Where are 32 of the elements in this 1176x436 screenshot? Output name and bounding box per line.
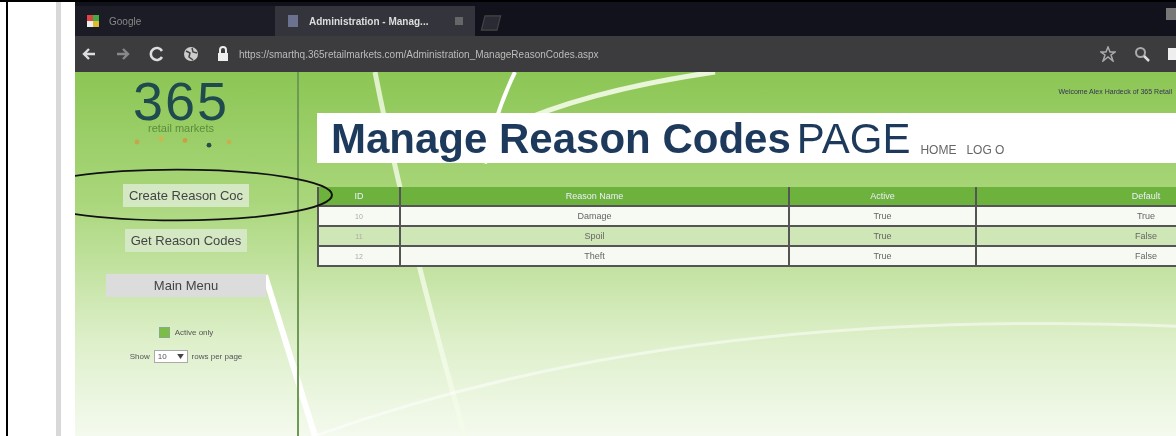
checkbox[interactable] (158, 327, 170, 338)
paging-label: Show (129, 352, 150, 361)
page-icon (287, 15, 299, 27)
forward-icon[interactable] (115, 46, 131, 62)
nav-link[interactable]: LOG O (966, 143, 1005, 157)
caret-icon (176, 354, 184, 359)
back-icon[interactable] (81, 46, 97, 62)
lock-icon (217, 46, 229, 62)
table-cell: Theft (400, 246, 789, 266)
checkbox-label: Active only (174, 328, 214, 337)
search-icon[interactable] (1134, 46, 1150, 62)
paging-label: rows per page (191, 352, 243, 361)
page-title: Manage Reason Codes (331, 115, 791, 163)
column-header: Default (976, 187, 1176, 206)
rows-select[interactable]: 10 (153, 350, 188, 363)
browser-tab[interactable]: Google (75, 6, 275, 36)
column-header: ID (318, 187, 400, 206)
colorful-square-icon (87, 15, 99, 27)
star-icon[interactable] (1100, 46, 1116, 62)
column-header: Active (789, 187, 976, 206)
address-bar[interactable]: https://smarthq.365retailmarkets.com/Administration_ManageReasonCodes.aspx (239, 48, 599, 60)
page-title-suffix: PAGE (796, 115, 911, 163)
sidebar-button[interactable]: Get Reason Codes (124, 229, 248, 252)
table-cell: Damage (400, 206, 789, 226)
reload-icon[interactable] (149, 46, 165, 62)
nav-link[interactable]: HOME (920, 143, 957, 157)
browser-tab[interactable]: Administration - Manag... (275, 6, 475, 36)
table-cell: Spoil (400, 226, 789, 246)
sidebar-button[interactable]: Main Menu (106, 274, 266, 297)
sidebar-button[interactable]: Create Reason Coc (122, 184, 250, 207)
globe-icon[interactable] (183, 46, 199, 62)
column-header: Reason Name (400, 187, 789, 206)
